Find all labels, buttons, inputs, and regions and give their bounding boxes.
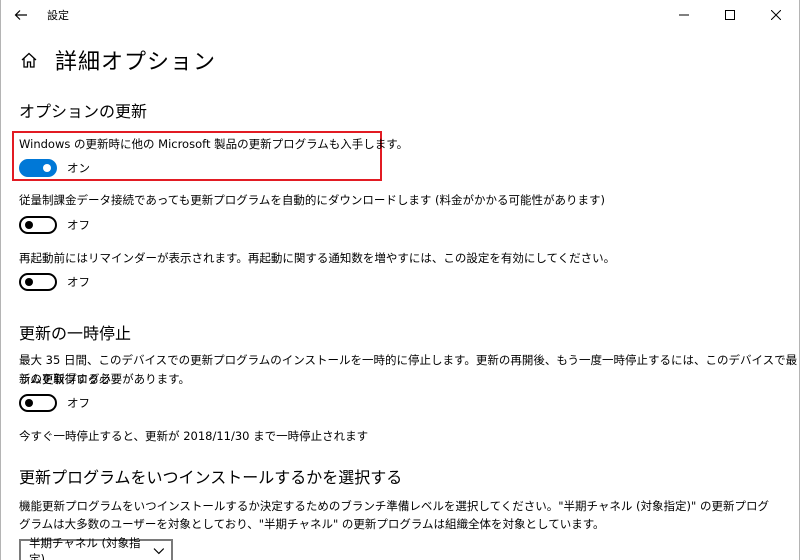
pause-updates-toggle[interactable] bbox=[19, 394, 57, 412]
back-button[interactable] bbox=[1, 0, 41, 30]
toggle-state-label: オフ bbox=[67, 218, 90, 232]
toggle-knob bbox=[43, 164, 51, 172]
setting-description-reminder: 再起動前にはリマインダーが表示されます。再起動に関する通知数を増やすには、この設… bbox=[19, 251, 616, 265]
dropdown-selected-value: 半期チャネル (対象指定) bbox=[29, 536, 141, 560]
pause-updates-heading: 更新の一時停止 bbox=[19, 324, 132, 343]
home-icon[interactable] bbox=[19, 50, 39, 70]
toggle-knob bbox=[25, 399, 33, 407]
title-bar: 設定 bbox=[1, 0, 799, 30]
settings-window: 設定 詳細オプション オプションの更新 Windows の更新時に他の Micr… bbox=[0, 0, 800, 560]
chevron-down-icon bbox=[153, 548, 165, 555]
branch-readiness-dropdown[interactable]: 半期チャネル (対象指定) bbox=[19, 536, 173, 560]
toggle-state-label: オフ bbox=[67, 396, 90, 410]
toggle-state-label: オフ bbox=[67, 275, 90, 289]
pause-toggle-row: オフ bbox=[19, 394, 90, 412]
install-timing-heading: 更新プログラムをいつインストールするかを選択する bbox=[19, 468, 403, 487]
install-timing-description-line1: 機能更新プログラムをいつインストールするか決定するためのブランチ準備レベルを選択… bbox=[19, 499, 769, 513]
update-options-heading: オプションの更新 bbox=[19, 102, 148, 121]
install-timing-description-line2: グラムは大多数のユーザーを対象としており、"半期チャネル" の更新プログラムは組… bbox=[19, 517, 605, 531]
setting-description-metered: 従量制課金データ接続であっても更新プログラムを自動的にダウンロードします (料金… bbox=[19, 193, 606, 207]
other-products-toggle[interactable] bbox=[19, 159, 57, 177]
close-button[interactable] bbox=[753, 0, 799, 30]
other-products-toggle-row: オン bbox=[19, 159, 90, 177]
reminder-toggle-row: オフ bbox=[19, 273, 90, 291]
minimize-icon bbox=[679, 14, 689, 16]
setting-description-other-products: Windows の更新時に他の Microsoft 製品の更新プログラムも入手し… bbox=[19, 137, 409, 151]
maximize-icon bbox=[725, 10, 735, 20]
toggle-state-label: オン bbox=[67, 161, 90, 175]
page-title: 詳細オプション bbox=[55, 50, 217, 75]
window-title: 設定 bbox=[47, 9, 69, 22]
window-controls bbox=[661, 0, 799, 30]
maximize-button[interactable] bbox=[707, 0, 753, 30]
pause-note: 今すぐ一時停止すると、更新が 2018/11/30 まで一時停止されます bbox=[19, 429, 369, 443]
restart-reminder-toggle[interactable] bbox=[19, 273, 57, 291]
toggle-knob bbox=[25, 278, 33, 286]
page-header: 詳細オプション bbox=[19, 44, 216, 76]
pause-description-line2: ラムを取得する必要があります。 bbox=[19, 372, 191, 386]
toggle-knob bbox=[25, 221, 33, 229]
back-arrow-icon bbox=[14, 10, 27, 20]
metered-toggle-row: オフ bbox=[19, 216, 90, 234]
minimize-button[interactable] bbox=[661, 0, 707, 30]
metered-download-toggle[interactable] bbox=[19, 216, 57, 234]
close-icon bbox=[771, 10, 781, 20]
